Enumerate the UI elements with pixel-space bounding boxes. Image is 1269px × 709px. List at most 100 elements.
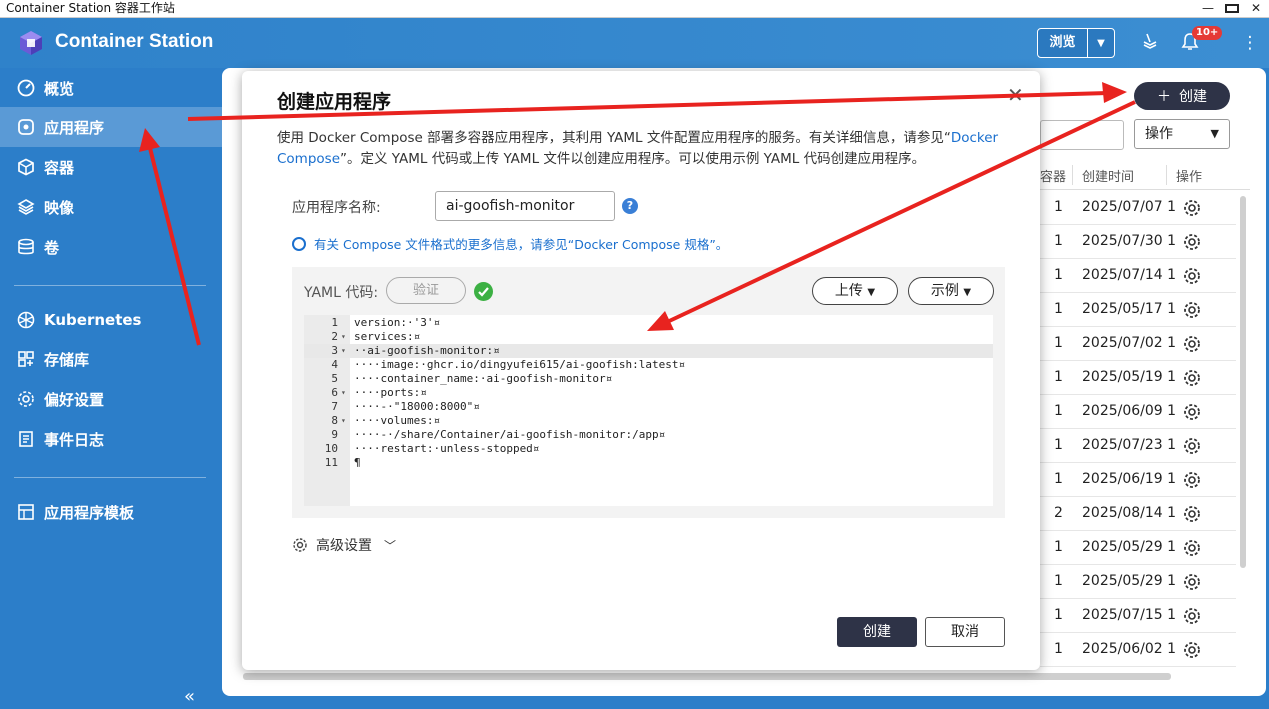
gear-icon[interactable] <box>1182 436 1202 456</box>
sidebar-item-kubernetes[interactable]: Kubernetes <box>0 300 222 340</box>
sidebar-divider <box>14 477 206 478</box>
gear-icon[interactable] <box>1182 640 1202 660</box>
table-row[interactable]: 1 2025/07/14 1 <box>1040 259 1236 293</box>
container-count: 2 <box>1054 505 1063 521</box>
compose-spec-link[interactable]: 有关 Compose 文件格式的更多信息，请参见“Docker Compose … <box>314 234 728 253</box>
sidebar-item-applications[interactable]: 应用程序 <box>0 107 222 147</box>
table-row[interactable]: 1 2025/05/19 1 <box>1040 361 1236 395</box>
code-line: 11 ¶ <box>304 456 993 470</box>
table-row[interactable]: 1 2025/07/02 1 <box>1040 327 1236 361</box>
code-text: ····restart:·unless-stopped¤ <box>354 442 540 455</box>
sidebar-item-label: 概览 <box>44 79 75 98</box>
fold-arrow-icon[interactable]: ▾ <box>341 386 346 400</box>
gear-icon[interactable] <box>1182 538 1202 558</box>
table-row[interactable]: 1 2025/06/19 1 <box>1040 463 1236 497</box>
sidebar-item-app-templates[interactable]: 应用程序模板 <box>0 492 222 532</box>
dialog-cancel-button[interactable]: 取消 <box>925 617 1005 647</box>
container-count: 1 <box>1054 573 1063 589</box>
column-created[interactable]: 创建时间 <box>1082 166 1134 185</box>
table-row[interactable]: 1 2025/06/09 1 <box>1040 395 1236 429</box>
vertical-scrollbar[interactable] <box>1240 196 1246 568</box>
container-count: 1 <box>1054 335 1063 351</box>
gear-icon[interactable] <box>1182 504 1202 524</box>
code-text: ····container_name:·ai-goofish-monitor¤ <box>354 372 613 385</box>
code-text: services:¤ <box>354 330 421 343</box>
table-row[interactable]: 1 2025/06/02 1 <box>1040 633 1236 667</box>
more-vertical-icon[interactable]: ⋮ <box>1240 32 1260 54</box>
maximize-button[interactable] <box>1225 0 1239 18</box>
fold-arrow-icon[interactable]: ▾ <box>341 330 346 344</box>
gear-icon[interactable] <box>1182 572 1202 592</box>
create-app-label: 创建 <box>1179 89 1207 105</box>
line-number: 8 <box>331 414 338 427</box>
table-row[interactable]: 1 2025/05/17 1 <box>1040 293 1236 327</box>
table-row[interactable]: 2 2025/08/14 1 <box>1040 497 1236 531</box>
close-icon[interactable]: ✕ <box>1007 83 1024 107</box>
image-layers-icon <box>16 197 36 217</box>
create-app-button[interactable]: ＋ 创建 <box>1134 82 1230 110</box>
example-button[interactable]: 示例 ▼ <box>908 277 994 305</box>
yaml-code-editor[interactable]: 1 version:·'3'¤ 2 ▾ services:¤ 3 ▾ ··ai-goofish… <box>304 315 993 506</box>
gear-icon[interactable] <box>1182 334 1202 354</box>
sidebar-item-containers[interactable]: 容器 <box>0 147 222 187</box>
table-row[interactable]: 1 2025/07/30 1 <box>1040 225 1236 259</box>
template-icon <box>16 502 36 522</box>
table-row[interactable]: 1 2025/07/07 1 <box>1040 191 1236 225</box>
os-titlebar: Container Station 容器工作站 — ✕ <box>0 0 1269 18</box>
operation-select[interactable]: 操作 ▼ <box>1134 119 1230 149</box>
upload-label: 上传 <box>834 283 863 299</box>
fold-arrow-icon[interactable]: ▾ <box>341 344 346 358</box>
column-containers[interactable]: 容器 <box>1040 166 1066 185</box>
collapse-sidebar-icon[interactable]: « <box>184 686 195 707</box>
stack-icon[interactable] <box>1140 32 1160 54</box>
gear-icon[interactable] <box>1182 198 1202 218</box>
gear-icon[interactable] <box>1182 402 1202 422</box>
horizontal-scrollbar[interactable] <box>243 673 1171 680</box>
code-line: 8 ▾ ····volumes:¤ <box>304 414 993 428</box>
table-row[interactable]: 1 2025/07/15 1 <box>1040 599 1236 633</box>
code-line: 5 ····container_name:·ai-goofish-monitor¤ <box>304 372 993 386</box>
sidebar-item-label: 应用程序 <box>44 118 105 137</box>
table-row[interactable]: 1 2025/05/29 1 <box>1040 565 1236 599</box>
gear-icon[interactable] <box>1182 368 1202 388</box>
help-icon[interactable]: ? <box>622 198 638 214</box>
code-text: ····ports:¤ <box>354 386 427 399</box>
gear-icon[interactable] <box>1182 606 1202 626</box>
sidebar-item-overview[interactable]: 概览 <box>0 68 222 108</box>
app-title: Container Station <box>55 31 214 52</box>
created-time: 2025/05/19 1 <box>1082 369 1177 385</box>
line-number: 11 <box>324 456 338 469</box>
sidebar-item-event-log[interactable]: 事件日志 <box>0 419 222 459</box>
notification-badge: 10+ <box>1192 26 1223 40</box>
sidebar-item-label: 存储库 <box>44 350 90 369</box>
code-text: ····image:·ghcr.io/dingyufei615/ai-goofi… <box>354 358 686 371</box>
verify-button[interactable]: 验证 <box>386 277 466 304</box>
line-number: 3 <box>331 344 338 357</box>
container-count: 1 <box>1054 641 1063 657</box>
sidebar-item-preferences[interactable]: 偏好设置 <box>0 379 222 419</box>
advanced-settings-toggle[interactable]: 高级设置 ﹀ <box>292 535 396 555</box>
browse-dropdown[interactable]: 浏览 ▼ <box>1037 28 1115 58</box>
table-row[interactable]: 1 2025/07/23 1 <box>1040 429 1236 463</box>
sidebar-item-repository[interactable]: 存储库 <box>0 339 222 379</box>
gear-icon[interactable] <box>1182 266 1202 286</box>
minimize-button[interactable]: — <box>1201 0 1215 18</box>
location-info-icon <box>292 236 306 251</box>
upload-button[interactable]: 上传 ▼ <box>812 277 898 305</box>
search-input[interactable] <box>1040 120 1124 150</box>
gear-icon[interactable] <box>1182 300 1202 320</box>
container-count: 1 <box>1054 267 1063 283</box>
sidebar-item-volumes[interactable]: 卷 <box>0 227 222 267</box>
gear-icon[interactable] <box>1182 232 1202 252</box>
fold-arrow-icon[interactable]: ▾ <box>341 414 346 428</box>
app-name-input[interactable]: ai-goofish-monitor <box>435 191 615 221</box>
sidebar-item-images[interactable]: 映像 <box>0 187 222 227</box>
table-row[interactable]: 1 2025/05/29 1 <box>1040 531 1236 565</box>
gear-icon <box>293 538 307 552</box>
gear-icon[interactable] <box>1182 470 1202 490</box>
dialog-create-button[interactable]: 创建 <box>837 617 917 647</box>
code-line: 6 ▾ ····ports:¤ <box>304 386 993 400</box>
close-window-button[interactable]: ✕ <box>1249 0 1263 18</box>
description-text-2: ”。定义 YAML 代码或上传 YAML 文件以创建应用程序。可以使用示例 YA… <box>340 151 926 167</box>
description-text: 使用 Docker Compose 部署多容器应用程序，其利用 YAML 文件配… <box>277 130 951 146</box>
